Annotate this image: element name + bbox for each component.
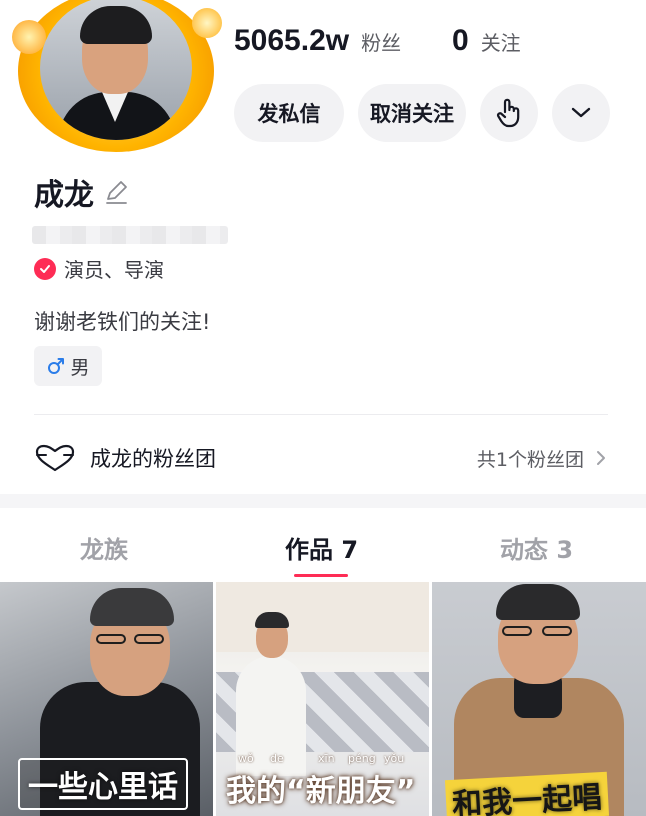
following-label: 关注 xyxy=(480,31,521,55)
video-thumbnail[interactable]: 和我一起唱 xyxy=(432,582,646,816)
tab-longzu[interactable]: 龙族 xyxy=(80,530,128,565)
divider xyxy=(34,414,608,415)
caption-pinyin: yǒu xyxy=(384,752,405,765)
verification-text: 演员、导演 xyxy=(64,258,164,282)
more-options-button[interactable] xyxy=(552,84,610,142)
fan-club-row[interactable]: 成龙的粉丝团 共1个粉丝团 xyxy=(34,436,608,480)
profile-bio: 谢谢老铁们的关注! xyxy=(34,310,211,334)
gender-text: 男 xyxy=(70,356,90,379)
tab-works[interactable]: 作品 7 xyxy=(285,530,358,565)
caption-pinyin: xīn xyxy=(318,752,335,765)
send-message-button[interactable]: 发私信 xyxy=(234,84,344,142)
name-row: 成龙 xyxy=(34,170,130,214)
fan-club-count: 共1个粉丝团 xyxy=(476,448,584,471)
avatar-photo xyxy=(40,0,192,140)
video-caption: 和我一起唱 xyxy=(444,771,610,816)
unfollow-button[interactable]: 取消关注 xyxy=(358,84,466,142)
active-tab-indicator xyxy=(294,574,348,577)
video-thumbnail[interactable]: 一些心里话 xyxy=(0,582,213,816)
blurred-account-info xyxy=(32,226,228,244)
profile-name: 成龙 xyxy=(34,178,94,213)
fans-count: 5065.2w xyxy=(234,24,350,57)
pencil-icon[interactable] xyxy=(104,179,130,205)
hand-pointer-icon xyxy=(497,98,520,128)
male-icon xyxy=(48,358,65,374)
verification-row: 演员、导演 xyxy=(34,254,164,283)
caption-pinyin: de xyxy=(270,752,284,765)
gender-tag: 男 xyxy=(34,346,102,386)
section-separator xyxy=(0,494,646,508)
chevron-down-icon xyxy=(571,107,591,118)
fans-stat[interactable]: 5065.2w 粉丝 xyxy=(234,24,401,58)
caption-pinyin: péng xyxy=(348,752,376,765)
chevron-right-icon xyxy=(597,451,605,465)
check-badge-icon xyxy=(34,257,56,280)
following-count: 0 xyxy=(452,24,469,57)
fans-label: 粉丝 xyxy=(361,31,402,55)
video-caption: 一些心里话 xyxy=(18,758,188,810)
touch-button[interactable] xyxy=(480,84,538,142)
following-stat[interactable]: 0 关注 xyxy=(452,24,521,58)
heart-outline-icon xyxy=(35,444,75,472)
video-caption: 我的“新朋友” xyxy=(226,774,416,809)
caption-pinyin: wǒ xyxy=(238,752,254,765)
fan-club-name: 成龙的粉丝团 xyxy=(90,447,216,471)
video-thumbnail[interactable]: wǒ de xīn péng yǒu 我的“新朋友” xyxy=(216,582,429,816)
tab-dynamic[interactable]: 动态 3 xyxy=(500,530,573,565)
avatar[interactable] xyxy=(12,0,222,152)
